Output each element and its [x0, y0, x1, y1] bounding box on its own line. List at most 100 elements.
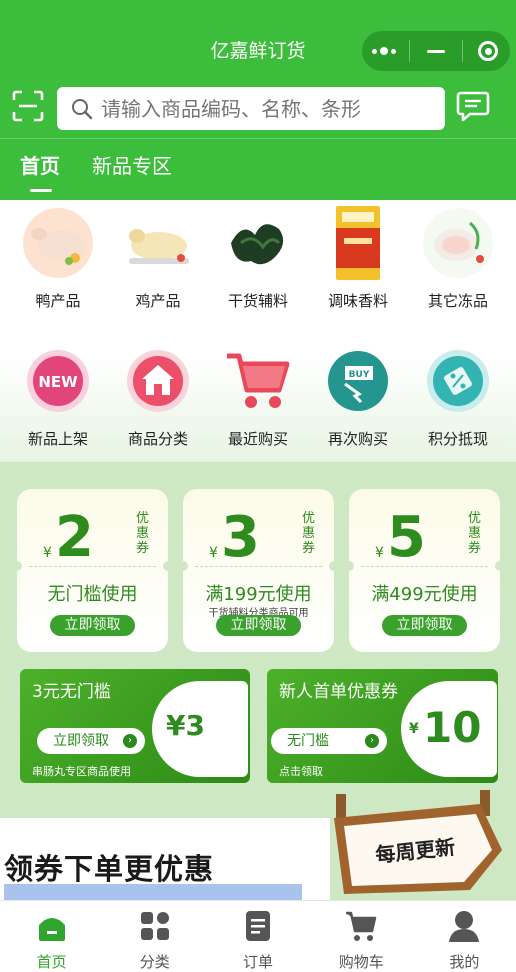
svg-text:NEW: NEW	[38, 373, 78, 391]
dried-goods-icon	[223, 208, 293, 278]
cart-icon	[223, 346, 293, 416]
new-icon: NEW	[23, 346, 93, 416]
points-icon	[423, 346, 493, 416]
search-box[interactable]	[57, 87, 445, 130]
claim-coupon-button[interactable]: 立即领取	[50, 615, 135, 636]
nav-label: 我的	[449, 953, 480, 971]
chevron-right-icon: ›	[365, 734, 379, 748]
shortcut-label: 新品上架	[27, 430, 88, 448]
coupon-tag: 优惠券	[302, 511, 316, 556]
chicken-product-icon	[123, 208, 193, 278]
svg-text:BUY: BUY	[349, 370, 370, 380]
banner-button-label: 无门槛	[287, 733, 329, 749]
banner-value: 10	[423, 703, 482, 752]
shortcut-categories[interactable]: 商品分类	[108, 346, 208, 449]
search-icon	[72, 98, 93, 119]
coupon-condition: 满499元使用	[371, 584, 478, 605]
header: 亿嘉鲜订货 首页 新品专区	[0, 0, 516, 200]
seasoning-icon	[323, 206, 393, 280]
banner-note: 串肠丸专区商品使用	[32, 765, 131, 778]
minimize-icon[interactable]	[418, 33, 454, 69]
shortcut-points[interactable]: 积分抵现	[408, 346, 508, 449]
nav-label: 首页	[36, 953, 67, 971]
category-label: 其它冻品	[427, 292, 488, 310]
order-icon	[246, 911, 270, 941]
promo-slogan: 领券下单更优惠	[4, 852, 215, 886]
category-label: 鸭产品	[35, 292, 81, 310]
coupon-condition: 无门槛使用	[47, 584, 138, 605]
category-dried-goods[interactable]: 干货辅料	[208, 208, 308, 311]
buy-again-icon: BUY	[323, 346, 393, 416]
nav-cart[interactable]: 购物车	[310, 901, 413, 972]
banner-value: ¥3	[166, 709, 205, 742]
category-label: 干货辅料	[227, 292, 288, 310]
shortcut-label: 商品分类	[127, 430, 188, 448]
nav-label: 分类	[139, 953, 170, 971]
weekly-update-sign: 每周更新	[334, 790, 502, 894]
mini-program-capsule	[362, 31, 510, 71]
claim-banner-button[interactable]: 立即领取 ›	[37, 728, 145, 754]
nav-label: 订单	[243, 953, 274, 971]
coupon-amount: 2	[55, 505, 94, 570]
claim-coupon-button[interactable]: 立即领取	[216, 615, 301, 636]
category-label: 调味香料	[327, 292, 388, 310]
search-input[interactable]	[101, 96, 431, 121]
close-target-icon[interactable]	[470, 33, 506, 69]
category-grid: 鸭产品 鸡产品 干货辅料 调味香料 其它冻品 NEW 新品上架 商品分类 最近购…	[0, 200, 516, 462]
category-seasoning[interactable]: 调味香料	[308, 206, 408, 311]
coupon-card-5[interactable]: ¥ 5 优惠券 满499元使用 立即领取	[344, 489, 505, 652]
coupon-amount: 5	[387, 505, 426, 570]
banner-note: 点击领取	[279, 765, 323, 778]
shortcut-label: 积分抵现	[427, 430, 488, 448]
banner-new-user[interactable]: 新人首单优惠券 无门槛 › 点击领取 ¥ 10	[267, 669, 498, 783]
search-row	[0, 80, 516, 136]
nav-label: 购物车	[338, 953, 384, 971]
scan-icon[interactable]	[12, 90, 44, 122]
nav-category[interactable]: 分类	[103, 901, 206, 972]
coupon-condition: 满199元使用	[205, 584, 312, 605]
coupon-amount: 3	[221, 505, 260, 570]
coupon-tag: 优惠券	[468, 511, 482, 556]
coupon-card-3[interactable]: ¥ 3 优惠券 满199元使用 干货辅料分类商品可用 立即领取	[178, 489, 339, 652]
tab-home[interactable]: 首页	[20, 150, 60, 194]
home-category-icon	[123, 346, 193, 416]
nav-orders[interactable]: 订单	[206, 901, 309, 972]
message-icon[interactable]	[456, 90, 490, 122]
coupon-currency: ¥	[375, 545, 384, 561]
banner-ticket: ¥3	[152, 681, 248, 777]
duck-product-icon	[23, 208, 93, 278]
banner-ticket: ¥ 10	[401, 681, 497, 777]
top-tabs: 首页 新品专区	[0, 150, 184, 200]
coupon-currency: ¥	[43, 545, 52, 561]
shopping-cart-icon	[346, 911, 377, 941]
category-frozen[interactable]: 其它冻品	[408, 208, 508, 311]
shortcut-recent-purchases[interactable]: 最近购买	[208, 346, 308, 449]
coupon-tag: 优惠券	[136, 511, 150, 556]
home-icon	[38, 918, 65, 941]
category-duck[interactable]: 鸭产品	[8, 208, 108, 311]
coupon-currency: ¥	[209, 545, 218, 561]
frozen-goods-icon	[423, 208, 493, 278]
category-chicken[interactable]: 鸡产品	[108, 208, 208, 311]
shortcut-label: 最近购买	[227, 430, 288, 448]
claim-coupon-button[interactable]: 立即领取	[382, 615, 467, 636]
banner-currency: ¥	[409, 721, 419, 737]
coupon-card-2[interactable]: ¥ 2 优惠券 无门槛使用 立即领取	[12, 489, 173, 652]
chevron-right-icon: ›	[123, 734, 137, 748]
category-label: 鸡产品	[135, 292, 181, 310]
shortcut-new-arrivals[interactable]: NEW 新品上架	[8, 346, 108, 449]
claim-banner-button[interactable]: 无门槛 ›	[271, 728, 387, 754]
nav-home[interactable]: 首页	[0, 901, 103, 972]
banner-3-yuan[interactable]: 3元无门槛 立即领取 › 串肠丸专区商品使用 ¥3	[20, 669, 250, 783]
shortcut-buy-again[interactable]: BUY 再次购买	[308, 346, 408, 449]
banner-title: 3元无门槛	[32, 682, 111, 702]
bottom-nav: 首页 分类 订单 购物车 我的	[0, 900, 516, 972]
category-icon	[140, 912, 169, 940]
banner-title: 新人首单优惠券	[279, 682, 398, 702]
banner-button-label: 立即领取	[53, 733, 109, 749]
profile-icon	[449, 911, 480, 942]
more-menu-icon[interactable]	[366, 33, 402, 69]
shortcut-label: 再次购买	[327, 430, 388, 448]
nav-profile[interactable]: 我的	[413, 901, 516, 972]
tab-new-products[interactable]: 新品专区	[92, 150, 172, 194]
